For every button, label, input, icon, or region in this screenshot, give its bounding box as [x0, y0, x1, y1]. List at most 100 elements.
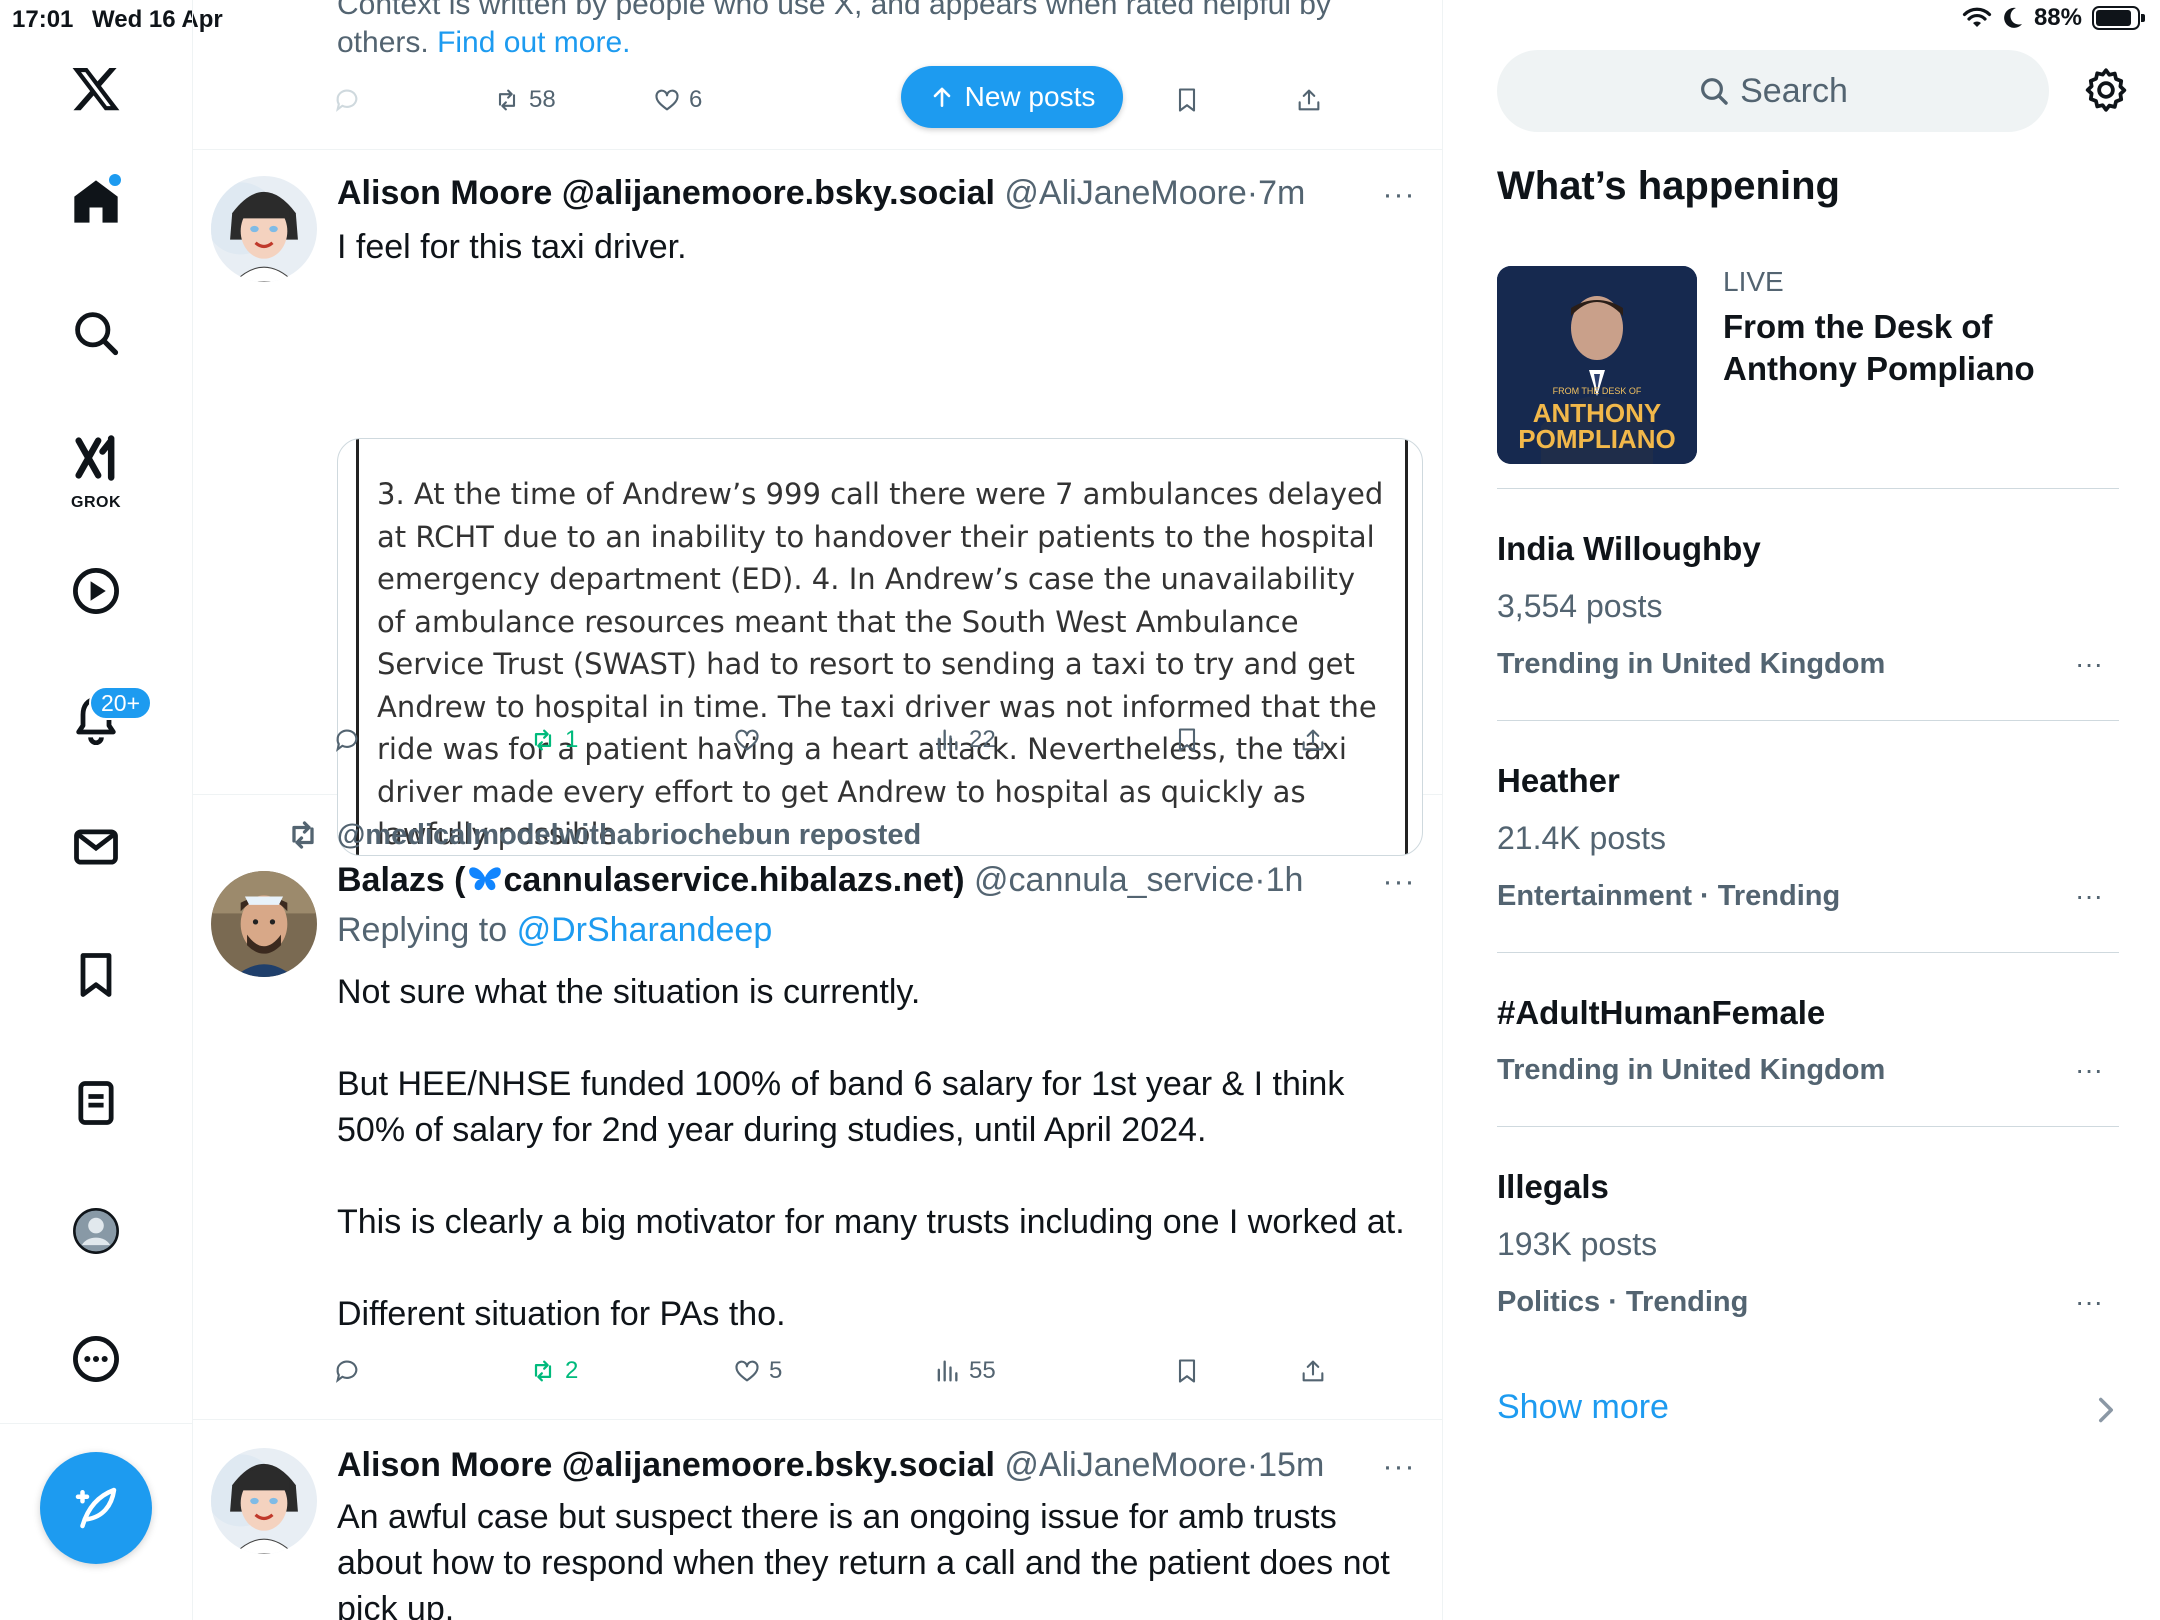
- like-button[interactable]: 5: [733, 1357, 782, 1385]
- more-options-button[interactable]: ···: [1379, 865, 1419, 898]
- views-count: 55: [969, 1357, 996, 1384]
- timestamp[interactable]: 15m: [1258, 1446, 1324, 1484]
- trend-more-button[interactable]: ···: [2071, 1054, 2107, 1085]
- trend-more-button[interactable]: ···: [2071, 880, 2107, 911]
- profile-avatar-icon: [73, 1208, 119, 1254]
- display-name[interactable]: Alison Moore @alijanemoore.bsky.social: [337, 1446, 995, 1484]
- live-title[interactable]: From the Desk of Anthony Pompliano: [1723, 306, 2063, 390]
- nav-more[interactable]: [47, 1310, 145, 1408]
- nav-grok[interactable]: GROK: [47, 416, 145, 526]
- repost-icon: [498, 89, 516, 111]
- grok-icon: [75, 435, 115, 481]
- nav-video[interactable]: [47, 542, 145, 640]
- heart-icon: [735, 1360, 759, 1382]
- nav-lists[interactable]: [47, 1054, 145, 1152]
- tweet-partial[interactable]: Context is written by people who use X, …: [193, 0, 1442, 150]
- share-icon: [1298, 89, 1320, 111]
- tweet-text: Not sure what the situation is currently…: [337, 973, 1405, 1333]
- trend-count: 3,554 posts: [1497, 588, 1663, 624]
- reply-icon: [336, 729, 358, 752]
- handle[interactable]: @cannula_service: [974, 861, 1254, 899]
- nav-profile[interactable]: [47, 1182, 145, 1280]
- repost-count: 58: [529, 86, 556, 113]
- bookmark-button[interactable]: [1173, 86, 1201, 114]
- tweet[interactable]: Alison Moore @alijanemoore.bsky.social @…: [193, 1420, 1442, 1620]
- share-button[interactable]: [1295, 86, 1323, 114]
- compose-post-button[interactable]: [40, 1452, 152, 1564]
- live-thumbnail-image: FROM THE DESK OF ANTHONY POMPLIANO: [1497, 266, 1697, 464]
- time-separator: ·: [1246, 1446, 1259, 1484]
- timestamp[interactable]: 1h: [1266, 861, 1304, 899]
- trend-more-button[interactable]: ···: [2071, 1286, 2107, 1317]
- avatar[interactable]: [211, 176, 317, 282]
- repost-icon: [534, 729, 552, 751]
- butterfly-icon: [468, 867, 501, 891]
- nav-home[interactable]: [47, 152, 145, 250]
- views-chart-icon: [937, 729, 958, 751]
- tweet-image[interactable]: 3. At the time of Andrew’s 999 call ther…: [337, 438, 1423, 856]
- avatar-image: [211, 176, 317, 282]
- repost-button[interactable]: 2: [529, 1357, 578, 1385]
- show-more-link[interactable]: Show more: [1497, 1388, 1669, 1427]
- tweet-actions: 58 6: [333, 86, 1353, 126]
- share-button[interactable]: [1299, 726, 1327, 754]
- tweet[interactable]: Alison Moore @alijanemoore.bsky.social @…: [193, 150, 1442, 856]
- avatar-image: [211, 871, 317, 977]
- home-unread-dot: [109, 174, 121, 186]
- avatar[interactable]: [211, 871, 317, 977]
- new-posts-pill[interactable]: New posts: [901, 66, 1123, 128]
- search-input[interactable]: Search: [1497, 50, 2049, 132]
- timestamp[interactable]: 7m: [1258, 174, 1305, 212]
- bookmark-icon: [1178, 728, 1196, 752]
- repost-button[interactable]: 1: [529, 726, 578, 754]
- nav-explore[interactable]: [47, 284, 145, 382]
- reposted-by[interactable]: @medicalmodelwithabriochebun reposted: [337, 819, 921, 852]
- tweet-header: Balazs (cannulaservice.hibalazs.net) @ca…: [337, 861, 1303, 900]
- like-button[interactable]: 6: [653, 86, 702, 114]
- handle[interactable]: @AliJaneMoore: [1004, 174, 1246, 212]
- display-name[interactable]: Alison Moore @alijanemoore.bsky.social: [337, 174, 995, 212]
- reply-button[interactable]: [333, 726, 361, 754]
- trend-name: Heather: [1497, 762, 1620, 799]
- more-options-button[interactable]: ···: [1379, 178, 1419, 211]
- replying-to-link[interactable]: @DrSharandeep: [517, 911, 773, 949]
- image-text: 3. At the time of Andrew’s 999 call ther…: [356, 439, 1408, 855]
- bookmark-button[interactable]: [1173, 726, 1201, 754]
- time-separator: ·: [1246, 174, 1259, 212]
- nav-notifications[interactable]: 20+: [47, 670, 153, 768]
- reply-button[interactable]: [333, 86, 361, 114]
- bookmark-button[interactable]: [1173, 1357, 1201, 1385]
- nav-bookmarks[interactable]: [47, 926, 145, 1024]
- share-button[interactable]: [1299, 1357, 1327, 1385]
- avatar-image: [211, 1448, 317, 1554]
- settings-gear-icon[interactable]: [2081, 65, 2131, 115]
- avatar[interactable]: [211, 1448, 317, 1554]
- play-icon: [73, 568, 119, 614]
- replying-to: Replying to @DrSharandeep: [337, 911, 772, 950]
- repost-count: 1: [565, 726, 579, 753]
- like-button[interactable]: [733, 726, 761, 754]
- heart-icon: [655, 89, 679, 111]
- trend-meta: Trending in United Kingdom: [1497, 1054, 1886, 1086]
- more-options-button[interactable]: ···: [1379, 1450, 1419, 1483]
- tweet[interactable]: @medicalmodelwithabriochebun reposted Ba…: [193, 795, 1442, 1420]
- nav-messages[interactable]: [47, 798, 145, 896]
- bookmark-icon: [1178, 1359, 1196, 1383]
- display-name-prefix: Balazs (: [337, 861, 466, 899]
- trend-more-button[interactable]: ···: [2071, 648, 2107, 679]
- x-logo[interactable]: [47, 40, 145, 138]
- reply-button[interactable]: [333, 1357, 361, 1385]
- views-button[interactable]: 55: [933, 1357, 996, 1385]
- repost-button[interactable]: 58: [493, 86, 556, 114]
- views-button[interactable]: 22: [933, 726, 996, 754]
- find-out-more-link[interactable]: Find out more.: [437, 26, 630, 59]
- live-thumbnail[interactable]: FROM THE DESK OF ANTHONY POMPLIANO: [1497, 266, 1697, 464]
- bookmark-icon: [1178, 88, 1196, 112]
- views-count: 22: [969, 726, 996, 753]
- trend-meta: Entertainment · Trending: [1497, 880, 1841, 912]
- right-sidebar: Search What’s happening FROM THE DESK OF…: [1443, 0, 2160, 1620]
- whats-happening-title: What’s happening: [1497, 164, 1840, 208]
- display-name[interactable]: Balazs (cannulaservice.hibalazs.net): [337, 861, 965, 899]
- handle[interactable]: @AliJaneMoore: [1004, 1446, 1246, 1484]
- share-icon: [1302, 729, 1324, 751]
